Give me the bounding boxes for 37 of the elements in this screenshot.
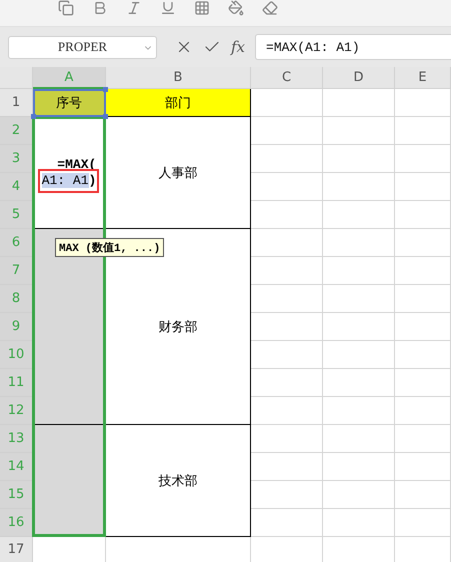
row-header[interactable]: 9 — [0, 313, 33, 341]
column-header[interactable]: D — [323, 67, 395, 89]
underline-icon[interactable] — [160, 0, 176, 16]
eraser-icon[interactable] — [262, 0, 278, 16]
insert-function-button[interactable]: fx — [231, 38, 246, 56]
copy-icon[interactable] — [58, 0, 74, 16]
row-header[interactable]: 12 — [0, 397, 33, 425]
italic-icon[interactable] — [126, 0, 142, 16]
row-header[interactable]: 6 — [0, 229, 33, 257]
row-header[interactable]: 10 — [0, 341, 33, 369]
column-header[interactable]: B — [106, 67, 251, 89]
function-tooltip: MAX (数值1, ...) — [55, 238, 164, 256]
row-header[interactable]: 15 — [0, 481, 33, 509]
row-header[interactable]: 3 — [0, 145, 33, 173]
row-header[interactable]: 4 — [0, 173, 33, 201]
fill-color-icon[interactable] — [228, 0, 244, 16]
row-header[interactable]: 2 — [0, 117, 33, 145]
column-header[interactable]: C — [251, 67, 323, 89]
table-cell: 技术部 — [106, 425, 251, 537]
name-box[interactable]: PROPER — [8, 36, 157, 58]
row-header[interactable]: 17 — [0, 537, 33, 562]
column-header[interactable]: E — [395, 67, 451, 89]
border-icon[interactable] — [194, 0, 210, 16]
table-cell: 人事部 — [106, 117, 251, 229]
select-all-corner[interactable] — [0, 67, 33, 89]
row-header[interactable]: 14 — [0, 453, 33, 481]
row-header[interactable]: 5 — [0, 201, 33, 229]
row-header[interactable]: 16 — [0, 509, 33, 537]
row-header[interactable]: 8 — [0, 285, 33, 313]
row-header[interactable]: 13 — [0, 425, 33, 453]
row-header[interactable]: 7 — [0, 257, 33, 285]
formula-field[interactable]: =MAX(A1: A1) — [255, 34, 451, 60]
row-header[interactable]: 11 — [0, 369, 33, 397]
row-header[interactable]: 1 — [0, 89, 33, 117]
column-header[interactable]: A — [33, 67, 106, 89]
highlight-box — [38, 168, 98, 192]
table-cell: 部门 — [106, 89, 251, 117]
